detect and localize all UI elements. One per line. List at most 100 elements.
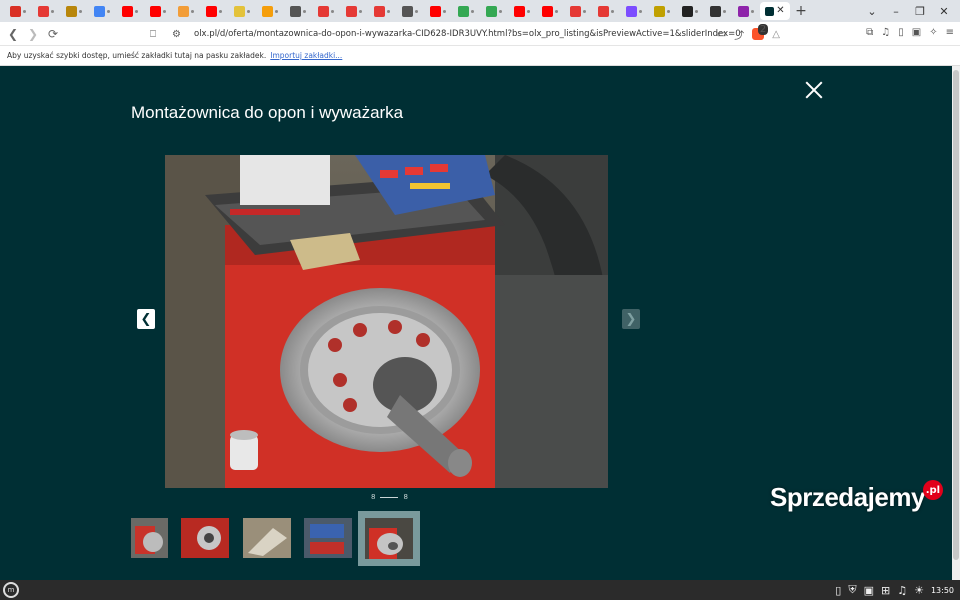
tab-20[interactable] xyxy=(536,2,564,20)
volume-icon[interactable]: ♫ xyxy=(897,584,907,597)
tab-6[interactable] xyxy=(144,2,172,20)
tab-title-fragment xyxy=(387,9,390,13)
start-menu-icon[interactable]: m xyxy=(3,582,19,598)
tab-title-fragment xyxy=(219,9,222,13)
amazon-icon xyxy=(178,5,189,17)
thumbnail-4[interactable] xyxy=(304,518,352,558)
minimize-icon[interactable]: – xyxy=(884,5,908,18)
clipboard-icon[interactable]: ▯ xyxy=(835,584,841,597)
new-tab-button[interactable]: + xyxy=(790,3,812,19)
tab-11[interactable] xyxy=(284,2,312,20)
site-info-icon[interactable]: ⚙ xyxy=(172,29,186,40)
tab-16[interactable] xyxy=(424,2,452,20)
tab-25[interactable] xyxy=(676,2,704,20)
tab-8[interactable] xyxy=(200,2,228,20)
back-icon[interactable]: ❮ xyxy=(4,27,22,41)
tab-5[interactable] xyxy=(116,2,144,20)
update-icon[interactable]: ▣ xyxy=(864,584,874,597)
youtube-icon xyxy=(514,5,525,17)
close-gallery-button[interactable] xyxy=(804,80,824,100)
tab-24[interactable] xyxy=(648,2,676,20)
leo-icon[interactable]: ✧ xyxy=(929,27,937,38)
scrollbar-thumb[interactable] xyxy=(953,70,959,560)
tab-12[interactable] xyxy=(312,2,340,20)
tab-26[interactable] xyxy=(704,2,732,20)
tab-title-fragment xyxy=(331,9,334,13)
tab-21[interactable] xyxy=(564,2,592,20)
close-tab-icon[interactable]: ✕ xyxy=(776,6,784,16)
dark-circle-icon xyxy=(682,5,693,17)
tab-search-icon[interactable]: ⌄ xyxy=(860,5,884,18)
globe-icon xyxy=(290,5,301,17)
tab-23[interactable] xyxy=(620,2,648,20)
thumbnail-3[interactable] xyxy=(243,518,291,558)
google-icon xyxy=(94,5,105,17)
page-scrollbar[interactable] xyxy=(952,66,960,580)
tab-13[interactable] xyxy=(340,2,368,20)
thumbnail-1[interactable] xyxy=(131,518,168,558)
cast-icon[interactable]: ▭ xyxy=(717,29,726,40)
url-text[interactable]: olx.pl/d/oferta/montazownica-do-opon-i-w… xyxy=(194,29,741,39)
tab-19[interactable] xyxy=(508,2,536,20)
gift-icon xyxy=(374,5,385,17)
counter-divider xyxy=(380,496,399,498)
tab-title-fragment xyxy=(667,9,670,13)
tab-title-fragment xyxy=(527,9,530,13)
tab-2[interactable] xyxy=(32,2,60,20)
tab-17[interactable] xyxy=(452,2,480,20)
tab-18[interactable] xyxy=(480,2,508,20)
tab-title-fragment xyxy=(191,9,194,13)
wallet-icon[interactable]: ▣ xyxy=(912,27,921,38)
browser-toolbar: ❮ ❯ ⟳ ⎕ ⚙ olx.pl/d/oferta/montazownica-d… xyxy=(0,22,960,46)
tab-title-fragment xyxy=(107,9,110,13)
tab-title-fragment xyxy=(415,9,418,13)
tab-1[interactable] xyxy=(4,2,32,20)
import-bookmarks-link[interactable]: Importuj zakładki... xyxy=(270,51,342,60)
counter-current: 8 xyxy=(371,493,376,501)
tab-14[interactable] xyxy=(368,2,396,20)
forward-icon[interactable]: ❯ xyxy=(24,27,42,41)
previous-image-button[interactable]: ❮ xyxy=(137,309,155,329)
watermark-logo: Sprzedajemy .pl xyxy=(770,480,943,513)
reload-icon[interactable]: ⟳ xyxy=(44,27,62,41)
globe-icon xyxy=(402,5,413,17)
bookmarks-message: Aby uzyskać szybki dostęp, umieść zakład… xyxy=(7,51,267,60)
tab-title-fragment xyxy=(23,9,26,13)
menu-icon[interactable]: ≡ xyxy=(946,27,954,38)
close-window-icon[interactable]: ✕ xyxy=(932,5,956,18)
tab-7[interactable] xyxy=(172,2,200,20)
tab-10[interactable] xyxy=(256,2,284,20)
tab-title-fragment xyxy=(135,9,138,13)
bookmark-icon[interactable]: ⎕ xyxy=(150,29,164,40)
music-icon[interactable]: ♫ xyxy=(881,27,890,38)
next-image-button[interactable]: ❯ xyxy=(622,309,640,329)
maximize-icon[interactable]: ❐ xyxy=(908,5,932,18)
tab-title-fragment xyxy=(303,9,306,13)
tab-list xyxy=(4,2,760,20)
rewards-icon[interactable]: △ xyxy=(772,29,780,40)
tab-27[interactable] xyxy=(732,2,760,20)
tab-title-fragment xyxy=(275,9,278,13)
tab-4[interactable] xyxy=(88,2,116,20)
sidebar-icon[interactable]: ▯ xyxy=(898,27,904,38)
thumbnail-5-selected[interactable] xyxy=(358,511,420,566)
tab-9[interactable] xyxy=(228,2,256,20)
tab-active[interactable]: ✕ xyxy=(760,2,790,20)
extensions-icon[interactable]: ⧉ xyxy=(866,27,873,38)
tab-title-fragment xyxy=(247,9,250,13)
tab-15[interactable] xyxy=(396,2,424,20)
thumbnail-2[interactable] xyxy=(181,518,229,558)
tab-3[interactable] xyxy=(60,2,88,20)
tab-title-fragment xyxy=(79,9,82,13)
maps-icon xyxy=(458,5,469,17)
tab-22[interactable] xyxy=(592,2,620,20)
shield-icon[interactable]: ⛨ xyxy=(848,583,856,597)
address-bar[interactable]: ⎕ ⚙ olx.pl/d/oferta/montazownica-do-opon… xyxy=(150,24,780,43)
network-icon[interactable]: ⊞ xyxy=(881,584,890,597)
brightness-icon[interactable]: ☀ xyxy=(914,584,924,597)
share-icon[interactable]: ⤴ xyxy=(734,27,744,42)
brave-shield-icon[interactable]: 2 xyxy=(752,24,769,40)
tab-strip: ✕ + ⌄ – ❐ ✕ xyxy=(0,0,960,22)
system-tray: ▯ ⛨ ▣ ⊞ ♫ ☀ 13:50 xyxy=(835,583,954,597)
system-taskbar: m ▯ ⛨ ▣ ⊞ ♫ ☀ 13:50 xyxy=(0,580,960,600)
